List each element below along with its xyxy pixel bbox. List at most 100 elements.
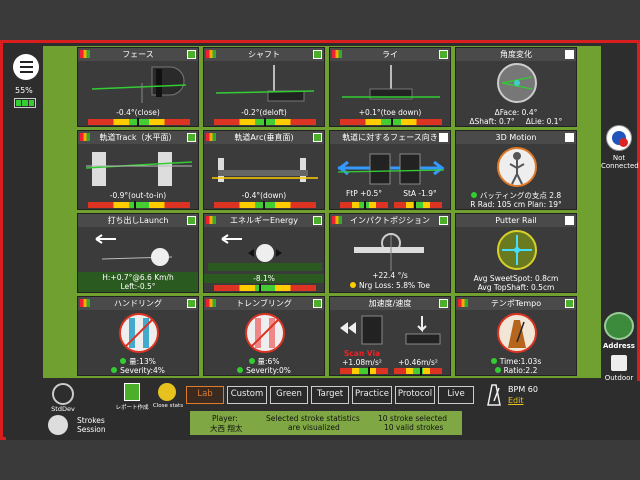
tab-lab[interactable]: Lab	[186, 386, 224, 404]
face-to-path-graphic	[337, 153, 445, 185]
panel-value: -0.4°(close)	[116, 108, 160, 117]
panel-trembling[interactable]: トレンブリング 量:6% Severity:0%	[203, 296, 325, 376]
panel-title: ライ	[330, 48, 450, 61]
panel-value-2: Avg TopShaft: 0.5cm	[477, 283, 555, 292]
metronome-icon	[497, 313, 537, 353]
stddev-label: StdDev	[51, 405, 75, 413]
scale-bar	[214, 118, 316, 126]
selection-text-1: Selected stroke statistics	[266, 414, 360, 423]
checkbox[interactable]	[313, 299, 322, 308]
strokes-session-icon[interactable]	[48, 415, 68, 435]
tab-custom[interactable]: Custom	[227, 386, 267, 404]
tab-target[interactable]: Target	[311, 386, 349, 404]
stddev-icon[interactable]	[52, 383, 74, 405]
putter-face-graphic	[91, 66, 187, 103]
flag-icon	[458, 299, 468, 307]
bpm-edit-link[interactable]: Edit	[508, 396, 524, 405]
outdoor-toggle[interactable]	[611, 355, 627, 371]
address-label: Address	[603, 342, 635, 350]
checkbox[interactable]	[313, 133, 322, 142]
panel-title: 軌道に対するフェース向き	[330, 131, 450, 144]
energy-graphic	[208, 234, 322, 271]
panel-putter-rail[interactable]: Putter Rail Avg SweetSpot: 0.8cm Avg Top…	[455, 213, 577, 293]
close-stats-icon[interactable]	[158, 383, 176, 401]
report-icon[interactable]	[124, 383, 140, 401]
panel-value-2: Severity:0%	[204, 366, 324, 375]
left-column: 55%	[6, 46, 43, 396]
scale-bar-a	[340, 201, 388, 209]
checkbox[interactable]	[313, 50, 322, 59]
panel-value: -0.9°(out-to-in)	[109, 191, 167, 200]
panel-handling[interactable]: ハンドリング 量:13% Severity:4%	[77, 296, 199, 376]
panel-value-1: +22.4 °/s	[372, 271, 408, 280]
checkbox[interactable]	[565, 50, 574, 59]
panel-value-2: Ratio:2.2	[456, 366, 576, 375]
panel-value-1: Avg SweetSpot: 0.8cm	[473, 274, 559, 283]
arc-graphic	[212, 158, 318, 182]
flag-icon	[332, 216, 342, 224]
panel-lie[interactable]: ライ +0.1°(toe down)	[329, 47, 451, 127]
panel-angle-change[interactable]: 角度変化 ΔFace: 0.4° ΔShaft: 0.7° ΔLie: 0.1°	[455, 47, 577, 127]
checkbox[interactable]	[187, 50, 196, 59]
panel-launch[interactable]: 打ち出しLaunch H:+0.7°@6.6 Km/h Left:-0.5°	[77, 213, 199, 293]
flag-icon	[332, 50, 342, 58]
hands-graphic	[245, 313, 285, 353]
flag-icon	[80, 299, 90, 307]
lie-graphic	[342, 65, 440, 100]
flag-icon	[206, 50, 216, 58]
menu-icon[interactable]	[13, 54, 39, 80]
panel-impact-position[interactable]: インパクトポジション +22.4 °/s Nrg Loss: 5.8% Toe	[329, 213, 451, 293]
panel-title: シャフト	[204, 48, 324, 61]
tab-protocol[interactable]: Protocol	[395, 386, 435, 404]
checkbox[interactable]	[187, 299, 196, 308]
tab-practice[interactable]: Practice	[352, 386, 392, 404]
metronome-icon[interactable]	[484, 383, 504, 407]
putter-rail-graphic	[497, 230, 537, 270]
checkbox[interactable]	[439, 133, 448, 142]
panel-face-to-path[interactable]: 軌道に対するフェース向き FtP +0.5° StA -1.9°	[329, 130, 451, 210]
checkbox[interactable]	[439, 50, 448, 59]
strokes-session-label[interactable]: Strokes Session	[77, 416, 106, 434]
panel-title: 打ち出しLaunch	[78, 214, 198, 227]
bpm-label: BPM 60	[508, 385, 538, 394]
angle-change-graphic	[497, 63, 537, 103]
address-button[interactable]	[604, 312, 634, 340]
panel-tempo[interactable]: テンポTempo Time:1.03s Ratio:2.2	[455, 296, 577, 376]
panel-title: フェース	[78, 48, 198, 61]
panel-track[interactable]: 軌道Track（水平面） -0.9°(out-to-in)	[77, 130, 199, 210]
scale-bar	[214, 284, 316, 292]
checkbox[interactable]	[187, 216, 196, 225]
panel-title: 角度変化	[456, 48, 576, 61]
panel-value-1: ΔFace: 0.4°	[494, 108, 538, 117]
scale-bar-b	[394, 367, 442, 375]
checkbox[interactable]	[187, 133, 196, 142]
close-stats-label: Close stats	[152, 403, 184, 409]
checkbox[interactable]	[439, 299, 448, 308]
checkbox[interactable]	[565, 216, 574, 225]
panel-title: 加速度/速度	[330, 297, 450, 310]
impact-graphic	[354, 233, 424, 271]
panel-value: -8.1%	[204, 274, 324, 283]
player-label: Player:	[212, 414, 238, 423]
panel-face[interactable]: フェース -0.4°(close)	[77, 47, 199, 127]
checkbox[interactable]	[565, 299, 574, 308]
tab-green[interactable]: Green	[270, 386, 308, 404]
checkbox[interactable]	[313, 216, 322, 225]
flag-icon	[80, 133, 90, 141]
selection-info: Player: 大西 翔太 Selected stroke statistics…	[190, 411, 462, 435]
connection-icon[interactable]	[606, 125, 632, 151]
battery-icon	[14, 98, 36, 108]
panel-energy[interactable]: エネルギーEnergy -8.1%	[203, 213, 325, 293]
panel-shaft[interactable]: シャフト -0.2°(deloft)	[203, 47, 325, 127]
checkbox[interactable]	[565, 133, 574, 142]
flag-icon	[206, 133, 216, 141]
panel-3d-motion[interactable]: 3D Motion バッティングの支点 2.8 R Rad: 105 cm Pl…	[455, 130, 577, 210]
checkbox[interactable]	[439, 216, 448, 225]
panel-arc[interactable]: 軌道Arc(垂直面) -0.4°(down)	[203, 130, 325, 210]
panel-title: 3D Motion	[456, 131, 576, 144]
panel-value-b: StA -1.9°	[403, 189, 437, 198]
tab-live[interactable]: Live	[438, 386, 474, 404]
panel-value-2: R Rad: 105 cm Plan: 19°	[470, 200, 562, 209]
panel-title: Putter Rail	[456, 214, 576, 227]
panel-acceleration[interactable]: 加速度/速度 Scan Via +1.08m/s² +0.46m/s²	[329, 296, 451, 376]
